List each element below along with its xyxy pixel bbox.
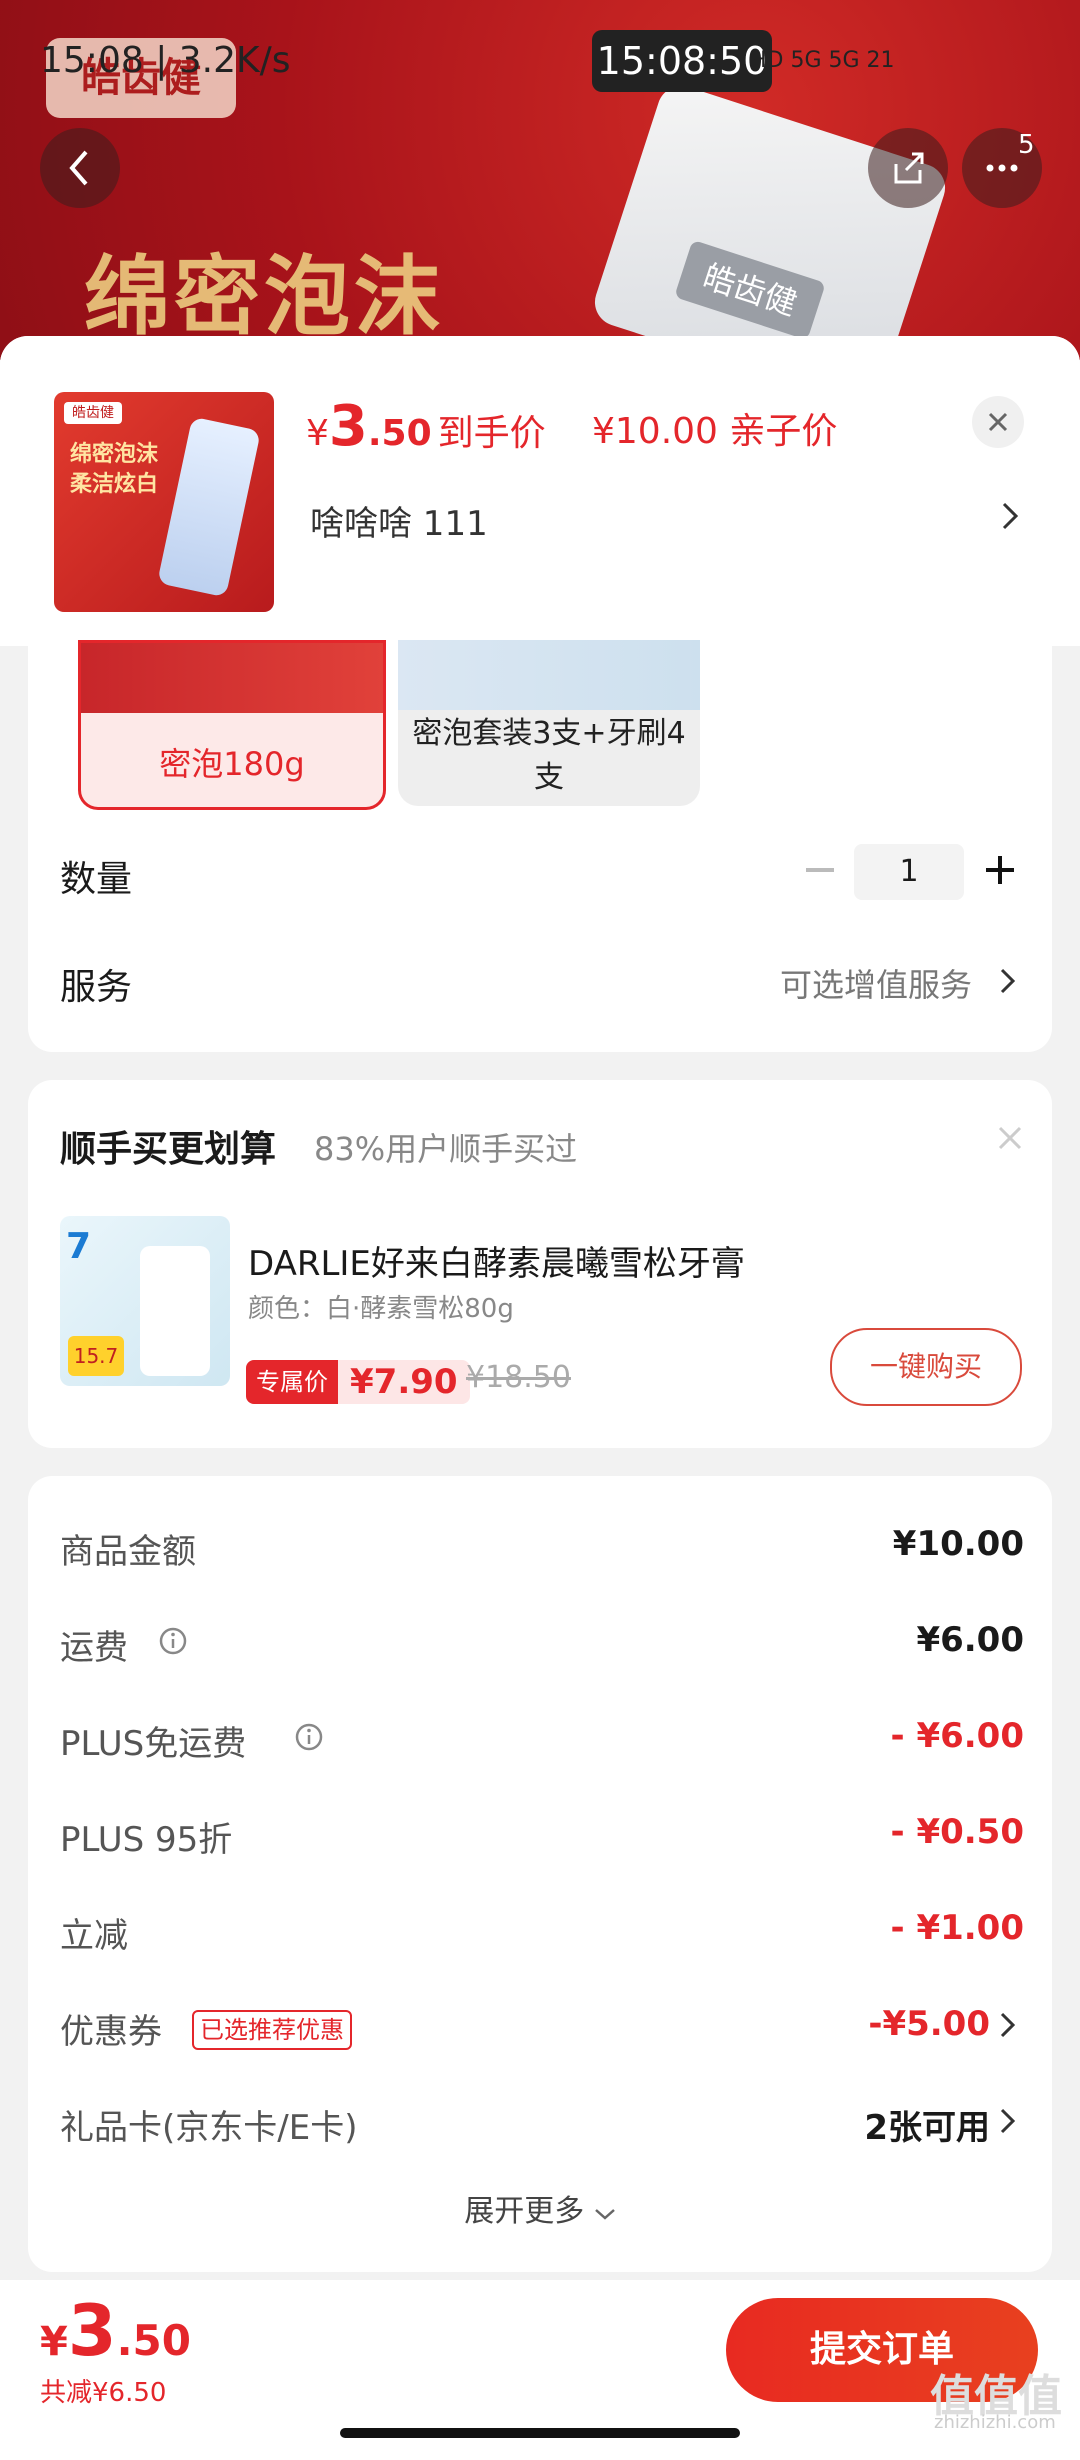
expand-more-label: 展开更多 — [464, 2194, 585, 2229]
summary-value-plus-free-shipping: - ¥6.00 — [890, 1716, 1025, 1756]
more-dots-icon — [986, 164, 1018, 172]
close-icon — [988, 412, 1008, 432]
more-badge: 5 — [1018, 130, 1035, 160]
thumb-slogan-line1: 绵密泡沫 — [70, 442, 159, 467]
summary-label-instant-off: 立减 — [60, 1916, 128, 1956]
info-icon[interactable] — [294, 1722, 324, 1752]
bundle-product-spec: 颜色：白·酵素雪松80g — [248, 1294, 514, 1324]
service-label: 服务 — [60, 967, 133, 1008]
option-image — [81, 643, 383, 713]
back-button[interactable] — [40, 128, 120, 208]
option-label: 密泡套装3支+牙刷4支 — [412, 716, 686, 795]
summary-value-instant-off: - ¥1.00 — [890, 1908, 1025, 1948]
site-watermark-url: zhizhizhi.com — [934, 2412, 1056, 2433]
price-currency: ¥ — [306, 413, 329, 454]
bundle-subtitle: 83%用户顺手买过 — [314, 1130, 578, 1168]
thumb-slogan: 绵密泡沫 柔洁炫白 — [70, 440, 158, 500]
total-integer: 3 — [67, 2290, 117, 2372]
status-clock: 15:08:50 — [592, 30, 772, 92]
option-item-selected[interactable]: 密泡180g — [78, 640, 386, 810]
close-sheet-button[interactable] — [972, 396, 1024, 448]
chevron-left-icon — [69, 150, 88, 186]
summary-label-coupon: 优惠券 — [60, 2012, 162, 2052]
close-icon[interactable] — [996, 1124, 1024, 1152]
thumb-badge: 7 — [66, 1226, 92, 1267]
chevron-down-icon — [594, 2209, 615, 2220]
summary-value-coupon[interactable]: -¥5.00 — [868, 2004, 990, 2044]
thumb-brand-tag: 皓齿健 — [64, 402, 122, 424]
summary-label-subtotal: 商品金额 — [60, 1532, 196, 1572]
option-label: 密泡180g — [159, 745, 305, 783]
summary-label-plus-free-shipping: PLUS免运费 — [60, 1724, 247, 1764]
status-indicators: HD 5G 5G 21 — [750, 48, 895, 73]
coupon-recommend-tag: 已选推荐优惠 — [192, 2010, 352, 2050]
quantity-input[interactable]: 1 — [854, 844, 964, 900]
option-item[interactable]: 密泡套装3支+牙刷4支 — [398, 640, 700, 806]
chevron-right-icon[interactable] — [998, 966, 1018, 996]
total-discount: 共减¥6.50 — [40, 2378, 167, 2408]
thumb-price: 15.7 — [68, 1336, 124, 1376]
bundle-title: 顺手买更划算 — [60, 1129, 277, 1170]
price-decimal: .50 — [367, 413, 432, 454]
bundle-price: 专属价 ¥7.90 — [246, 1360, 470, 1404]
bundle-thumbnail[interactable]: 7 15.7 — [60, 1216, 230, 1386]
total-decimal: .50 — [116, 2316, 191, 2365]
service-value[interactable]: 可选增值服务 — [780, 960, 972, 1006]
plus-icon[interactable] — [980, 850, 1020, 890]
expand-more-button[interactable]: 展开更多 — [0, 2186, 1080, 2230]
total-price: ¥3.50 — [40, 2290, 191, 2372]
summary-value-plus-discount: - ¥0.50 — [890, 1812, 1025, 1852]
exclusive-price-tag: 专属价 — [246, 1360, 338, 1404]
one-click-buy-button[interactable]: 一键购买 — [830, 1328, 1022, 1406]
summary-label-shipping: 运费 — [60, 1628, 128, 1668]
summary-value-gift-card[interactable]: 2张可用 — [864, 2100, 990, 2149]
bundle-price-value: ¥7.90 — [338, 1360, 470, 1404]
summary-value-shipping: ¥6.00 — [916, 1620, 1024, 1660]
total-currency: ¥ — [40, 2319, 68, 2365]
thumb-tube-image — [157, 416, 261, 598]
summary-label-plus-discount: PLUS 95折 — [60, 1820, 233, 1860]
quantity-label: 数量 — [60, 859, 133, 900]
banner-slogan: 绵密泡沫 — [84, 247, 444, 347]
info-icon[interactable] — [158, 1626, 188, 1656]
member-price: ¥10.00 亲子价 — [592, 411, 838, 452]
price-label: 到手价 — [437, 413, 546, 454]
chevron-right-icon[interactable] — [998, 2010, 1018, 2040]
share-icon — [894, 152, 924, 184]
summary-card — [28, 1476, 1052, 2272]
product-thumbnail: 皓齿健 绵密泡沫 柔洁炫白 — [54, 392, 274, 612]
thumb-tube-image — [140, 1246, 210, 1376]
summary-value-subtotal: ¥10.00 — [892, 1524, 1024, 1564]
chevron-right-icon[interactable] — [1000, 500, 1020, 532]
final-price: ¥3.50 到手价 — [306, 394, 546, 459]
home-indicator[interactable] — [340, 2428, 740, 2438]
bundle-product-name[interactable]: DARLIE好来白酵素晨曦雪松牙膏 — [248, 1236, 745, 1285]
status-time-speed: 15:08 | 3.2K/s — [40, 40, 291, 81]
thumb-slogan-line2: 柔洁炫白 — [70, 472, 159, 497]
chevron-right-icon[interactable] — [998, 2106, 1018, 2136]
minus-icon[interactable] — [800, 850, 840, 890]
price-integer: 3 — [328, 394, 368, 459]
share-button[interactable] — [868, 128, 948, 208]
summary-label-gift-card: 礼品卡(京东卡/E卡) — [60, 2108, 358, 2148]
option-image — [398, 640, 700, 710]
bundle-old-price: ¥18.50 — [466, 1360, 571, 1395]
address-name[interactable]: 啥啥啥 111 — [310, 496, 488, 545]
